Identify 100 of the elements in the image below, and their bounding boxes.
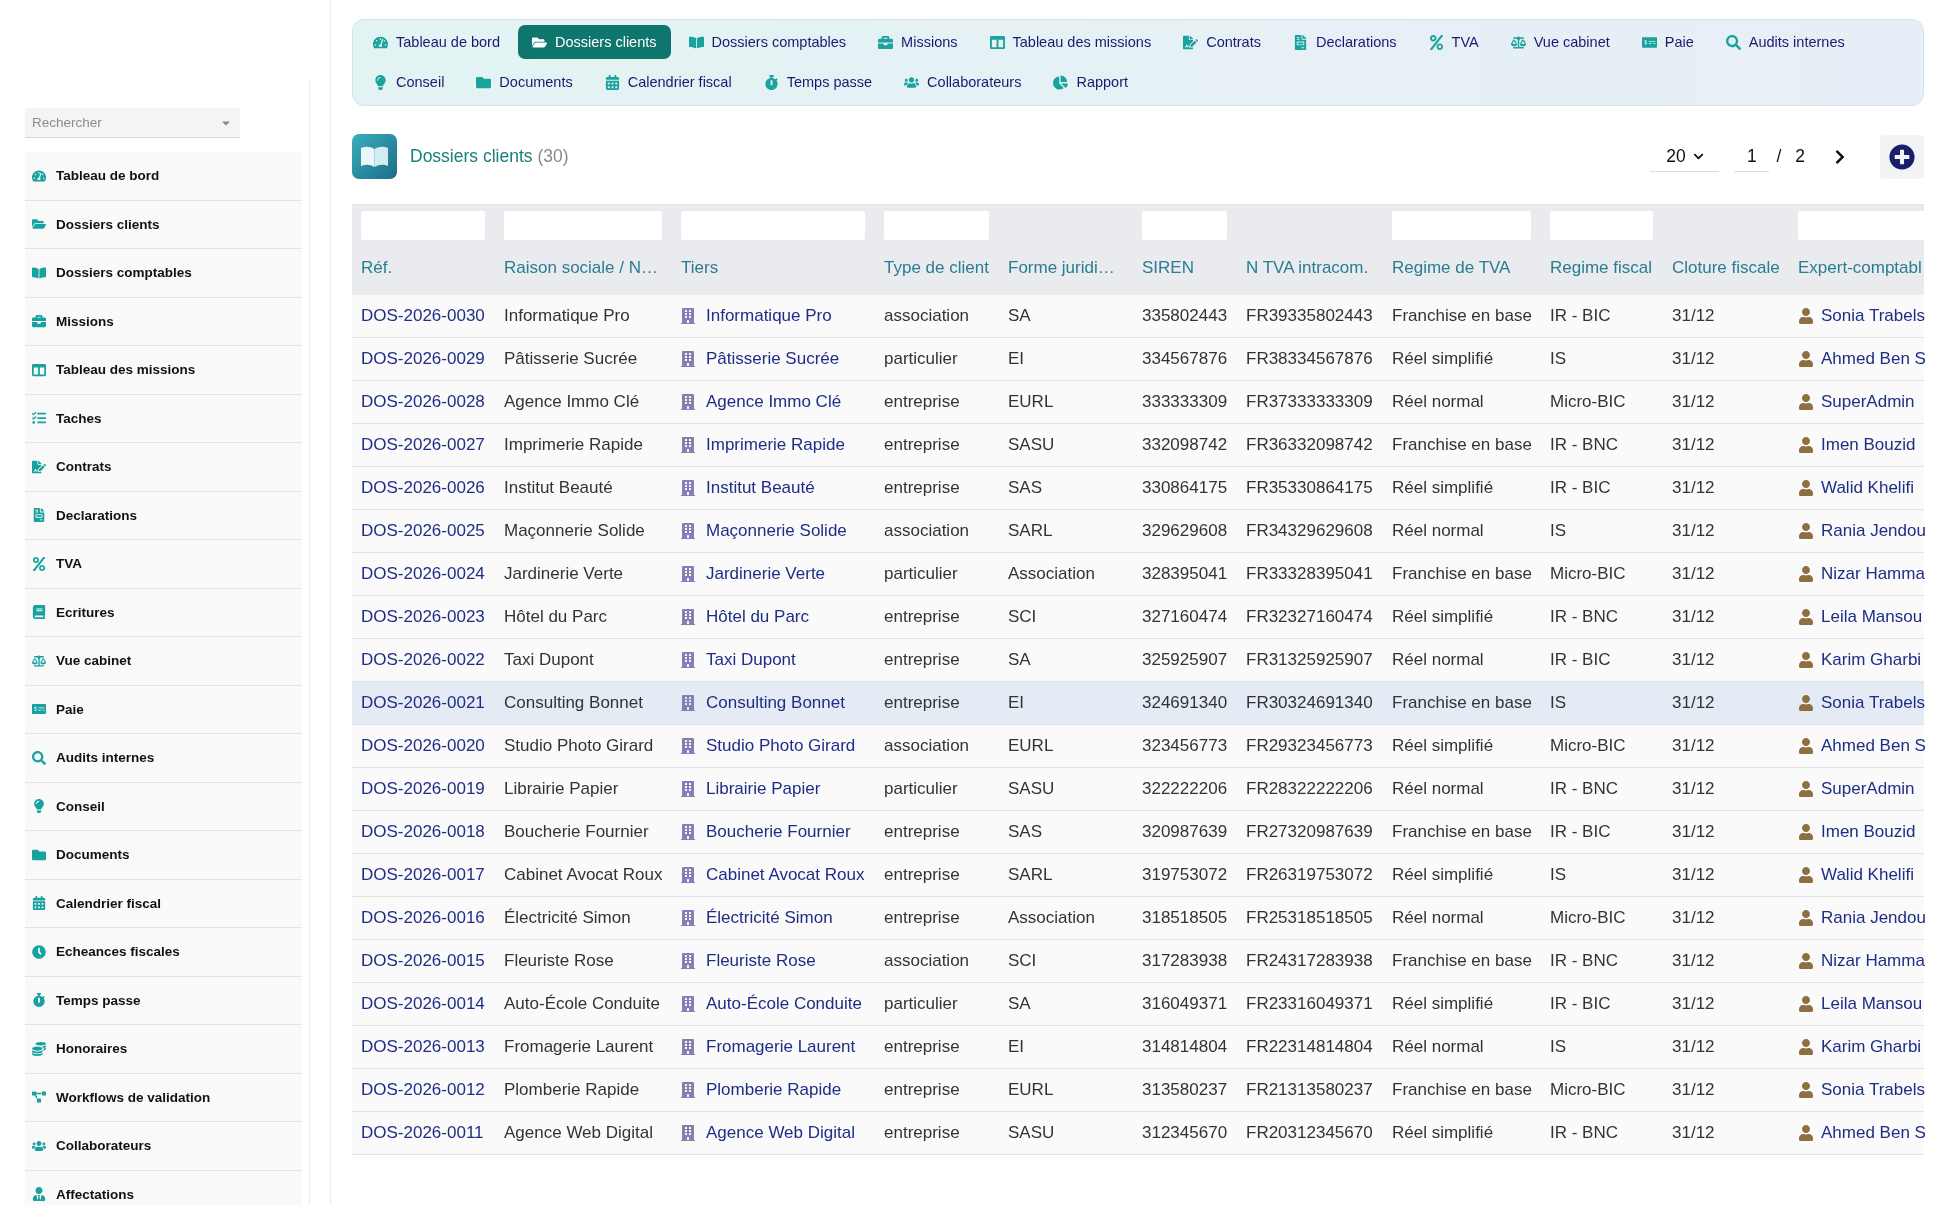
page-field[interactable]: 1 <box>1734 141 1770 172</box>
user-link[interactable]: Nizar Hamma <box>1821 564 1925 584</box>
sidebar-item[interactable]: Conseil <box>25 782 302 831</box>
table-row[interactable]: DOS-2026-0030 Informatique Pro Informatique Pro association SA 335802443 FR39335802443 Franchise en base IR - BIC 31/12 Sonia Trabels <box>352 295 1924 338</box>
sidebar-item[interactable]: Tableau des missions <box>25 346 302 395</box>
table-row[interactable]: DOS-2026-0023 Hôtel du Parc Hôtel du Parc entreprise SCI 327160474 FR32327160474 Réel simplifié IR - BNC 31/12 Leila Mansou <box>352 596 1924 639</box>
nav-tab[interactable]: Dossiers clients <box>518 25 671 59</box>
company-link[interactable]: Informatique Pro <box>706 306 832 326</box>
sidebar-item[interactable]: Echeances fiscales <box>25 928 302 977</box>
add-button[interactable] <box>1880 134 1924 179</box>
company-link[interactable]: Hôtel du Parc <box>706 607 809 627</box>
column-header[interactable]: Expert-comptabl <box>1798 257 1922 278</box>
table-row[interactable]: DOS-2026-0025 Maçonnerie Solide Maçonnerie Solide association SARL 329629608 FR34329629608 Réel normal IS 31/12 Rania Jendou <box>352 510 1924 553</box>
company-link[interactable]: Auto-École Conduite <box>706 994 862 1014</box>
column-header[interactable]: Forme juridi… <box>1008 257 1115 278</box>
reference-link[interactable]: DOS-2026-0011 <box>361 1123 484 1143</box>
company-link[interactable]: Studio Photo Girard <box>706 736 856 756</box>
user-link[interactable]: Sonia Trabels <box>1821 1080 1925 1100</box>
company-link[interactable]: Fleuriste Rose <box>706 951 816 971</box>
company-link[interactable]: Pâtisserie Sucrée <box>706 349 840 369</box>
nav-tab[interactable]: Paie <box>1627 25 1708 59</box>
reference-link[interactable]: DOS-2026-0014 <box>361 994 485 1014</box>
table-row[interactable]: DOS-2026-0011 Agence Web Digital Agence Web Digital entreprise SASU 312345670 FR20312345670 Réel simplifié IR - BNC 31/12 Ahmed Ben S <box>352 1112 1924 1155</box>
reference-link[interactable]: DOS-2026-0019 <box>361 779 485 799</box>
user-link[interactable]: Imen Bouzid <box>1821 822 1916 842</box>
reference-link[interactable]: DOS-2026-0021 <box>361 693 485 713</box>
company-link[interactable]: Agence Immo Clé <box>706 392 842 412</box>
nav-tab[interactable]: Audits internes <box>1711 25 1859 59</box>
column-header[interactable]: Cloture fiscale <box>1672 257 1780 278</box>
reference-link[interactable]: DOS-2026-0018 <box>361 822 485 842</box>
nav-tab[interactable]: Missions <box>864 25 972 59</box>
column-header[interactable]: Réf. <box>361 257 393 278</box>
column-header[interactable]: Regime de TVA <box>1392 257 1511 278</box>
sidebar-item[interactable]: Taches <box>25 394 302 443</box>
company-link[interactable]: Maçonnerie Solide <box>706 521 847 541</box>
nav-tab[interactable]: Vue cabinet <box>1496 25 1624 59</box>
sidebar-item[interactable]: Affectations <box>25 1170 302 1205</box>
sidebar-item[interactable]: Paie <box>25 685 302 734</box>
company-link[interactable]: Fromagerie Laurent <box>706 1037 856 1057</box>
table-row[interactable]: DOS-2026-0024 Jardinerie Verte Jardinerie Verte particulier Association 328395041 FR33328395041 Franchise en base Micro-BIC 31/12 Nizar Hamma <box>352 553 1924 596</box>
company-link[interactable]: Cabinet Avocat Roux <box>706 865 865 885</box>
reference-link[interactable]: DOS-2026-0022 <box>361 650 485 670</box>
user-link[interactable]: Karim Gharbi <box>1821 1037 1922 1057</box>
nav-tab[interactable]: Declarations <box>1278 25 1411 59</box>
reference-link[interactable]: DOS-2026-0029 <box>361 349 485 369</box>
sidebar-item[interactable]: TVA <box>25 540 302 589</box>
table-row[interactable]: DOS-2026-0028 Agence Immo Clé Agence Immo Clé entreprise EURL 333333309 FR37333333309 Réel normal Micro-BIC 31/12 SuperAdmin <box>352 381 1924 424</box>
reference-link[interactable]: DOS-2026-0023 <box>361 607 485 627</box>
table-row[interactable]: DOS-2026-0017 Cabinet Avocat Roux Cabinet Avocat Roux entreprise SARL 319753072 FR26319753072 Réel simplifié IS 31/12 Walid Khelifi <box>352 854 1924 897</box>
column-header[interactable]: SIREN <box>1142 257 1194 278</box>
user-link[interactable]: Ahmed Ben S <box>1821 1123 1926 1143</box>
table-row[interactable]: DOS-2026-0021 Consulting Bonnet Consulting Bonnet entreprise EI 324691340 FR30324691340 Franchise en base IS 31/12 Sonia Trabels <box>352 682 1924 725</box>
reference-link[interactable]: DOS-2026-0027 <box>361 435 485 455</box>
company-link[interactable]: Boucherie Fournier <box>706 822 851 842</box>
table-row[interactable]: DOS-2026-0022 Taxi Dupont Taxi Dupont entreprise SA 325925907 FR31325925907 Réel normal IR - BIC 31/12 Karim Gharbi <box>352 639 1924 682</box>
search-field[interactable]: Rechercher <box>25 108 240 138</box>
company-link[interactable]: Électricité Simon <box>706 908 833 928</box>
nav-tab[interactable]: Calendrier fiscal <box>590 65 746 99</box>
column-header[interactable]: Tiers <box>681 257 719 278</box>
table-row[interactable]: DOS-2026-0020 Studio Photo Girard Studio Photo Girard association EURL 323456773 FR29323456773 Réel simplifié Micro-BIC 31/12 Ahmed Ben S <box>352 725 1924 768</box>
table-row[interactable]: DOS-2026-0014 Auto-École Conduite Auto-École Conduite particulier SA 316049371 FR23316049371 Réel simplifié IR - BIC 31/12 Leila Mansou <box>352 983 1924 1026</box>
user-link[interactable]: Sonia Trabels <box>1821 693 1925 713</box>
sidebar-item[interactable]: Ecritures <box>25 588 302 637</box>
sidebar-item[interactable]: Audits internes <box>25 734 302 783</box>
user-link[interactable]: Sonia Trabels <box>1821 306 1925 326</box>
page-size-select[interactable]: 20 <box>1650 141 1720 172</box>
reference-link[interactable]: DOS-2026-0026 <box>361 478 485 498</box>
sidebar-item[interactable]: Collaborateurs <box>25 1122 302 1171</box>
sidebar-item[interactable]: Documents <box>25 831 302 880</box>
reference-link[interactable]: DOS-2026-0028 <box>361 392 485 412</box>
user-link[interactable]: Walid Khelifi <box>1821 478 1914 498</box>
column-header[interactable]: Regime fiscal <box>1550 257 1653 278</box>
user-link[interactable]: Leila Mansou <box>1821 994 1923 1014</box>
reference-link[interactable]: DOS-2026-0015 <box>361 951 485 971</box>
sidebar-item[interactable]: Tableau de bord <box>25 152 302 201</box>
reference-link[interactable]: DOS-2026-0025 <box>361 521 485 541</box>
sidebar-item[interactable]: Declarations <box>25 491 302 540</box>
user-link[interactable]: SuperAdmin <box>1821 779 1915 799</box>
sidebar-item[interactable]: Temps passe <box>25 976 302 1025</box>
reference-link[interactable]: DOS-2026-0020 <box>361 736 485 756</box>
sidebar-item[interactable]: Dossiers comptables <box>25 249 302 298</box>
user-link[interactable]: SuperAdmin <box>1821 392 1915 412</box>
table-row[interactable]: DOS-2026-0013 Fromagerie Laurent Fromagerie Laurent entreprise EI 314814804 FR22314814804 Réel normal IS 31/12 Karim Gharbi <box>352 1026 1924 1069</box>
column-header[interactable]: N TVA intracom. <box>1246 257 1369 278</box>
user-link[interactable]: Ahmed Ben S <box>1821 736 1926 756</box>
reference-link[interactable]: DOS-2026-0024 <box>361 564 485 584</box>
user-link[interactable]: Leila Mansou <box>1821 607 1923 627</box>
user-link[interactable]: Ahmed Ben S <box>1821 349 1926 369</box>
company-link[interactable]: Imprimerie Rapide <box>706 435 845 455</box>
reference-link[interactable]: DOS-2026-0012 <box>361 1080 485 1100</box>
nav-tab[interactable]: Temps passe <box>749 65 887 99</box>
table-row[interactable]: DOS-2026-0026 Institut Beauté Institut Beauté entreprise SAS 330864175 FR35330864175 Réel simplifié IR - BIC 31/12 Walid Khelifi <box>352 467 1924 510</box>
sidebar-item[interactable]: Dossiers clients <box>25 200 302 249</box>
user-link[interactable]: Nizar Hamma <box>1821 951 1925 971</box>
sidebar-item[interactable]: Vue cabinet <box>25 637 302 686</box>
sidebar-item[interactable]: Workflows de validation <box>25 1073 302 1122</box>
column-header[interactable]: Type de client <box>884 257 989 278</box>
reference-link[interactable]: DOS-2026-0013 <box>361 1037 485 1057</box>
nav-tab[interactable]: Collaborateurs <box>890 65 1036 99</box>
nav-tab[interactable]: Conseil <box>359 65 459 99</box>
